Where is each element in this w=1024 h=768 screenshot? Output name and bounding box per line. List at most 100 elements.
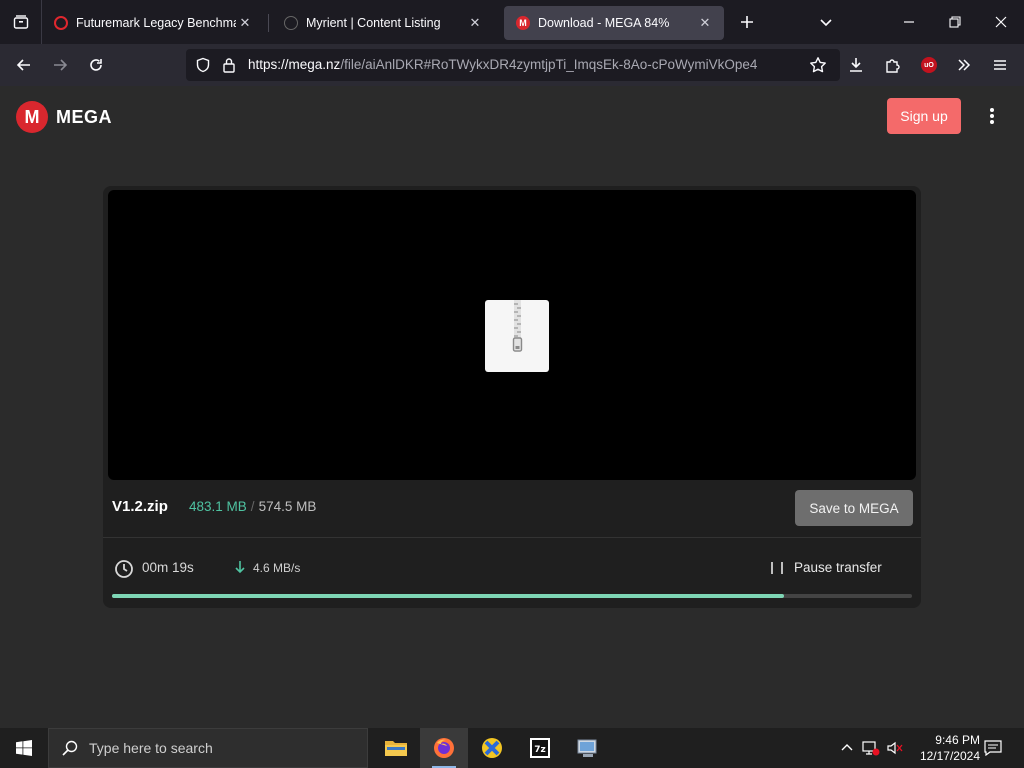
arrow-right-icon (54, 59, 68, 71)
xenia-app[interactable] (468, 728, 516, 768)
mega-logo-icon: M (16, 101, 48, 133)
network-icon (862, 741, 880, 756)
reload-icon (90, 59, 102, 71)
mega-logo-text: MEGA (56, 106, 112, 127)
transfer-speed: 4.6 MB/s (253, 561, 301, 575)
back-button[interactable] (6, 49, 42, 81)
tab-futuremark[interactable]: Futuremark Legacy Benchmark ✕ (42, 6, 269, 40)
app-menu-button[interactable] (982, 44, 1018, 86)
system-clock[interactable]: 9:46 PM 12/17/2024 (900, 732, 980, 764)
close-icon[interactable]: ✕ (236, 14, 254, 32)
lock-icon[interactable] (222, 57, 236, 73)
myrient-icon (284, 16, 298, 30)
download-card: V1.2.zip 483.1 MB/574.5 MB Save to MEGA … (103, 186, 921, 608)
chevron-down-icon (820, 19, 832, 27)
tab-separator (268, 14, 269, 32)
time-remaining: 00m 19s (142, 560, 194, 575)
7zip-app[interactable]: 7z (516, 728, 564, 768)
restore-icon (949, 16, 961, 28)
windows-icon (16, 740, 32, 756)
hamburger-menu-icon (994, 60, 1006, 70)
close-window-button[interactable] (978, 0, 1024, 44)
clock-icon (115, 560, 133, 578)
tab-overview-button[interactable] (0, 0, 42, 44)
show-hidden-icons-button[interactable] (836, 728, 858, 768)
new-tab-button[interactable] (732, 7, 762, 37)
minimize-icon (904, 21, 914, 23)
pause-transfer-button[interactable]: Pause transfer (794, 560, 882, 575)
minimize-button[interactable] (886, 0, 932, 44)
navigation-toolbar: https://mega.nz/file/aiAnlDKR#RoTWykxDR4… (0, 44, 1024, 86)
zip-file-icon (485, 300, 549, 372)
tab-label: Myrient | Content Listing (306, 16, 441, 30)
dot (990, 108, 994, 112)
file-preview (108, 190, 916, 480)
download-progress-bar (112, 594, 912, 598)
start-button[interactable] (0, 728, 48, 768)
close-icon[interactable]: ✕ (466, 14, 484, 32)
list-all-tabs-button[interactable] (814, 10, 838, 34)
file-name: V1.2.zip (112, 498, 168, 515)
save-to-mega-button[interactable]: Save to MEGA (795, 490, 913, 526)
mega-logo[interactable]: M MEGA (16, 101, 112, 133)
ublock-extension-button[interactable]: uO (911, 44, 947, 86)
size-separator: / (250, 499, 255, 514)
address-bar[interactable]: https://mega.nz/file/aiAnlDKR#RoTWykxDR4… (186, 49, 840, 81)
more-options-button[interactable] (982, 106, 1002, 126)
tab-overview-icon (13, 15, 28, 29)
chevron-up-icon (841, 744, 853, 751)
search-placeholder: Type here to search (89, 740, 213, 756)
pause-bar (781, 562, 783, 574)
tab-strip: Futuremark Legacy Benchmark ✕ Myrient | … (0, 0, 1024, 44)
search-icon (62, 740, 78, 756)
downloads-button[interactable] (838, 44, 874, 86)
firefox-icon (434, 738, 454, 758)
xenia-icon (482, 738, 502, 758)
restore-button[interactable] (932, 0, 978, 44)
dot (990, 120, 994, 124)
download-progress-fill (112, 594, 784, 598)
star-icon[interactable] (809, 56, 827, 74)
tab-myrient[interactable]: Myrient | Content Listing ✕ (272, 6, 494, 40)
tab-label: Download - MEGA 84% (538, 16, 670, 30)
puzzle-icon (886, 59, 900, 73)
forward-button[interactable] (42, 49, 78, 81)
notifications-button[interactable] (978, 728, 1008, 768)
url-host: https://mega.nz (248, 57, 341, 72)
opera-icon (54, 16, 68, 30)
file-size-progress: 483.1 MB/574.5 MB (189, 499, 316, 514)
folder-icon (385, 741, 407, 756)
arrow-left-icon (16, 59, 30, 71)
file-explorer-app[interactable] (372, 728, 420, 768)
close-icon[interactable]: ✕ (696, 14, 714, 32)
shield-icon[interactable] (195, 57, 211, 73)
url-text[interactable]: https://mega.nz/file/aiAnlDKR#RoTWykxDR4… (248, 57, 768, 72)
chevrons-right-icon (958, 59, 971, 71)
control-panel-app[interactable] (564, 728, 612, 768)
clock-date: 12/17/2024 (919, 749, 980, 763)
firefox-app[interactable] (420, 728, 468, 768)
download-icon (850, 58, 862, 72)
file-info-bar: V1.2.zip 483.1 MB/574.5 MB Save to MEGA (103, 480, 921, 538)
svg-text:7z: 7z (534, 745, 546, 755)
dot (990, 114, 994, 118)
close-icon (995, 16, 1007, 28)
7zip-icon: 7z (530, 738, 550, 758)
taskbar-search[interactable]: Type here to search (48, 728, 368, 768)
tab-mega-download[interactable]: M Download - MEGA 84% ✕ (504, 6, 724, 40)
windows-taskbar: Type here to search 7z 9:46 PM 12/17/202… (0, 728, 1024, 768)
network-tray-button[interactable] (860, 728, 882, 768)
total-size: 574.5 MB (258, 499, 317, 514)
plus-icon (741, 16, 753, 28)
pause-icon[interactable] (771, 562, 783, 574)
downloaded-size: 483.1 MB (189, 499, 247, 514)
arrow-down-icon (235, 561, 245, 574)
sign-up-button[interactable]: Sign up (887, 98, 961, 134)
reload-button[interactable] (78, 49, 114, 81)
tab-label: Futuremark Legacy Benchmark (76, 16, 236, 30)
ublock-icon: uO (921, 57, 937, 73)
pause-bar (771, 562, 773, 574)
more-tools-button[interactable] (946, 44, 982, 86)
extensions-button[interactable] (875, 44, 911, 86)
notification-icon (984, 740, 1002, 756)
